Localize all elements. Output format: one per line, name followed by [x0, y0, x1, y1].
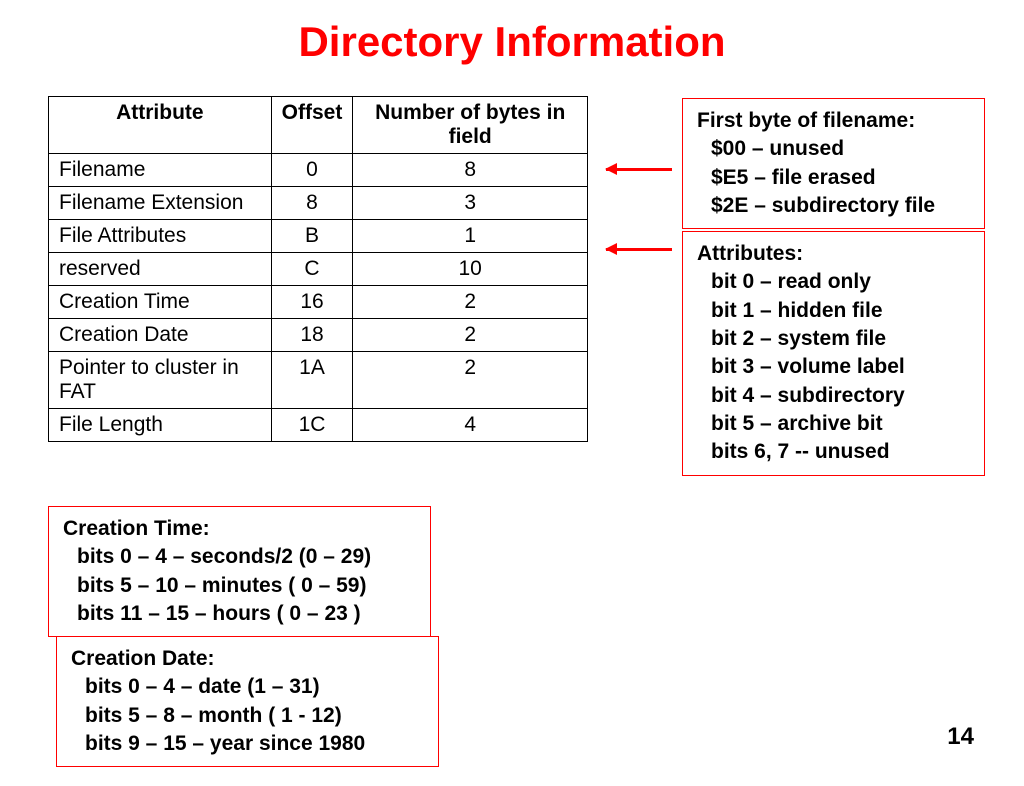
arrow-icon: [606, 248, 672, 251]
arrow-icon: [606, 168, 672, 171]
col-bytes: Number of bytes in field: [353, 97, 588, 154]
cell: File Attributes: [49, 220, 272, 253]
col-attribute: Attribute: [49, 97, 272, 154]
box-head: Creation Time:: [63, 515, 418, 543]
box-item: bit 3 – volume label: [711, 353, 972, 381]
box-item: $E5 – file erased: [711, 164, 972, 192]
box-item: bits 0 – 4 – date (1 – 31): [85, 673, 426, 701]
cell: Filename Extension: [49, 187, 272, 220]
cell: 16: [271, 286, 353, 319]
cell: 8: [353, 154, 588, 187]
box-head: First byte of filename:: [697, 107, 972, 135]
box-item: $2E – subdirectory file: [711, 192, 972, 220]
table-row: Creation Date182: [49, 319, 588, 352]
box-item: bits 11 – 15 – hours ( 0 – 23 ): [77, 600, 418, 628]
col-offset: Offset: [271, 97, 353, 154]
cell: 8: [271, 187, 353, 220]
box-item: bit 5 – archive bit: [711, 410, 972, 438]
cell: 1A: [271, 352, 353, 409]
cell: 1: [353, 220, 588, 253]
table-row: Creation Time162: [49, 286, 588, 319]
ctime-box: Creation Time: bits 0 – 4 – seconds/2 (0…: [48, 506, 431, 637]
box-head: Creation Date:: [71, 645, 426, 673]
box-item: bits 5 – 10 – minutes ( 0 – 59): [77, 572, 418, 600]
cell: Creation Time: [49, 286, 272, 319]
cdate-box: Creation Date: bits 0 – 4 – date (1 – 31…: [56, 636, 439, 767]
table-row: Filename Extension83: [49, 187, 588, 220]
firstbyte-box: First byte of filename: $00 – unused $E5…: [682, 98, 985, 229]
box-item: bit 1 – hidden file: [711, 297, 972, 325]
table-row: File Length1C4: [49, 409, 588, 442]
box-item: bit 4 – subdirectory: [711, 382, 972, 410]
box-head: Attributes:: [697, 240, 972, 268]
cell: 2: [353, 319, 588, 352]
cell: Filename: [49, 154, 272, 187]
page-number: 14: [947, 723, 974, 751]
box-item: bits 9 – 15 – year since 1980: [85, 730, 426, 758]
page-title: Directory Information: [0, 18, 1024, 66]
table-row: Pointer to cluster in FAT1A2: [49, 352, 588, 409]
cell: B: [271, 220, 353, 253]
cell: 10: [353, 253, 588, 286]
cell: C: [271, 253, 353, 286]
table-row: File AttributesB1: [49, 220, 588, 253]
box-item: $00 – unused: [711, 135, 972, 163]
box-item: bits 0 – 4 – seconds/2 (0 – 29): [77, 543, 418, 571]
box-item: bits 5 – 8 – month ( 1 - 12): [85, 702, 426, 730]
cell: 18: [271, 319, 353, 352]
cell: reserved: [49, 253, 272, 286]
box-item: bit 0 – read only: [711, 268, 972, 296]
directory-table: Attribute Offset Number of bytes in fiel…: [48, 96, 588, 442]
cell: File Length: [49, 409, 272, 442]
table-row: reservedC10: [49, 253, 588, 286]
cell: Creation Date: [49, 319, 272, 352]
box-item: bit 2 – system file: [711, 325, 972, 353]
cell: Pointer to cluster in FAT: [49, 352, 272, 409]
cell: 0: [271, 154, 353, 187]
cell: 1C: [271, 409, 353, 442]
box-item: bits 6, 7 -- unused: [711, 438, 972, 466]
table-row: Filename08: [49, 154, 588, 187]
cell: 4: [353, 409, 588, 442]
cell: 2: [353, 286, 588, 319]
cell: 2: [353, 352, 588, 409]
cell: 3: [353, 187, 588, 220]
attributes-box: Attributes: bit 0 – read only bit 1 – hi…: [682, 231, 985, 476]
